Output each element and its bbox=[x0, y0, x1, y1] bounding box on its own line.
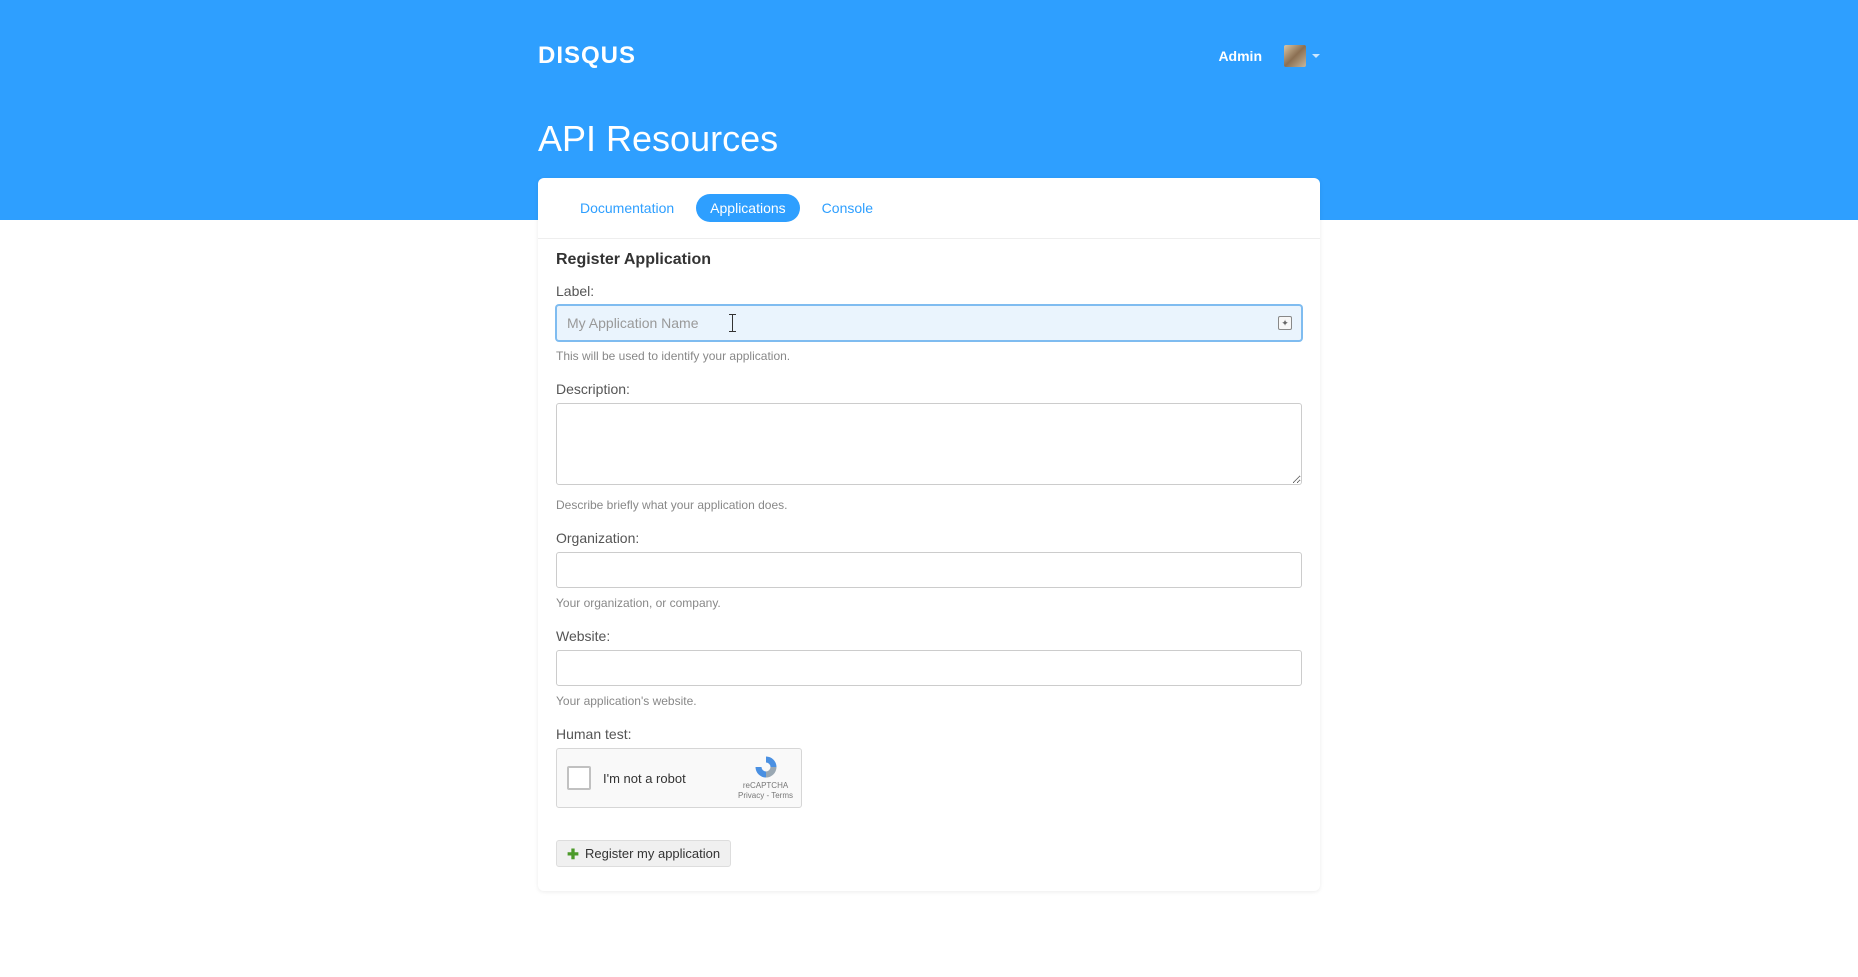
website-input[interactable] bbox=[556, 650, 1302, 686]
recaptcha-widget: I'm not a robot reCAPTCHA Privacy - Term… bbox=[556, 748, 802, 808]
label-field-label: Label: bbox=[556, 283, 1302, 299]
recaptcha-icon bbox=[752, 755, 780, 779]
main-card: Documentation Applications Console Regis… bbox=[538, 178, 1320, 891]
label-help: This will be used to identify your appli… bbox=[556, 349, 1302, 363]
brand-logo[interactable]: DISQUS bbox=[538, 42, 636, 70]
recaptcha-checkbox[interactable] bbox=[567, 766, 591, 790]
recaptcha-branding: reCAPTCHA Privacy - Terms bbox=[738, 755, 793, 800]
plus-icon: ✚ bbox=[567, 848, 579, 860]
website-field-label: Website: bbox=[556, 628, 1302, 644]
avatar bbox=[1284, 45, 1306, 67]
tab-console[interactable]: Console bbox=[808, 194, 887, 222]
chevron-down-icon bbox=[1312, 54, 1320, 58]
form-heading: Register Application bbox=[556, 251, 1302, 269]
organization-help: Your organization, or company. bbox=[556, 596, 1302, 610]
register-application-button[interactable]: ✚ Register my application bbox=[556, 840, 731, 867]
tab-documentation[interactable]: Documentation bbox=[566, 194, 688, 222]
organization-field-label: Organization: bbox=[556, 530, 1302, 546]
human-test-label: Human test: bbox=[556, 726, 1302, 742]
user-menu[interactable] bbox=[1284, 45, 1320, 67]
description-field-label: Description: bbox=[556, 381, 1302, 397]
label-input[interactable] bbox=[556, 305, 1302, 341]
recaptcha-label: I'm not a robot bbox=[603, 771, 686, 786]
tab-applications[interactable]: Applications bbox=[696, 194, 800, 222]
organization-input[interactable] bbox=[556, 552, 1302, 588]
description-input[interactable] bbox=[556, 403, 1302, 485]
website-help: Your application's website. bbox=[556, 694, 1302, 708]
register-application-label: Register my application bbox=[585, 846, 720, 861]
tab-bar: Documentation Applications Console bbox=[538, 178, 1320, 239]
admin-link[interactable]: Admin bbox=[1218, 48, 1262, 64]
description-help: Describe briefly what your application d… bbox=[556, 498, 1302, 512]
autofill-icon[interactable]: ✦ bbox=[1278, 316, 1292, 330]
page-title: API Resources bbox=[538, 118, 1320, 160]
